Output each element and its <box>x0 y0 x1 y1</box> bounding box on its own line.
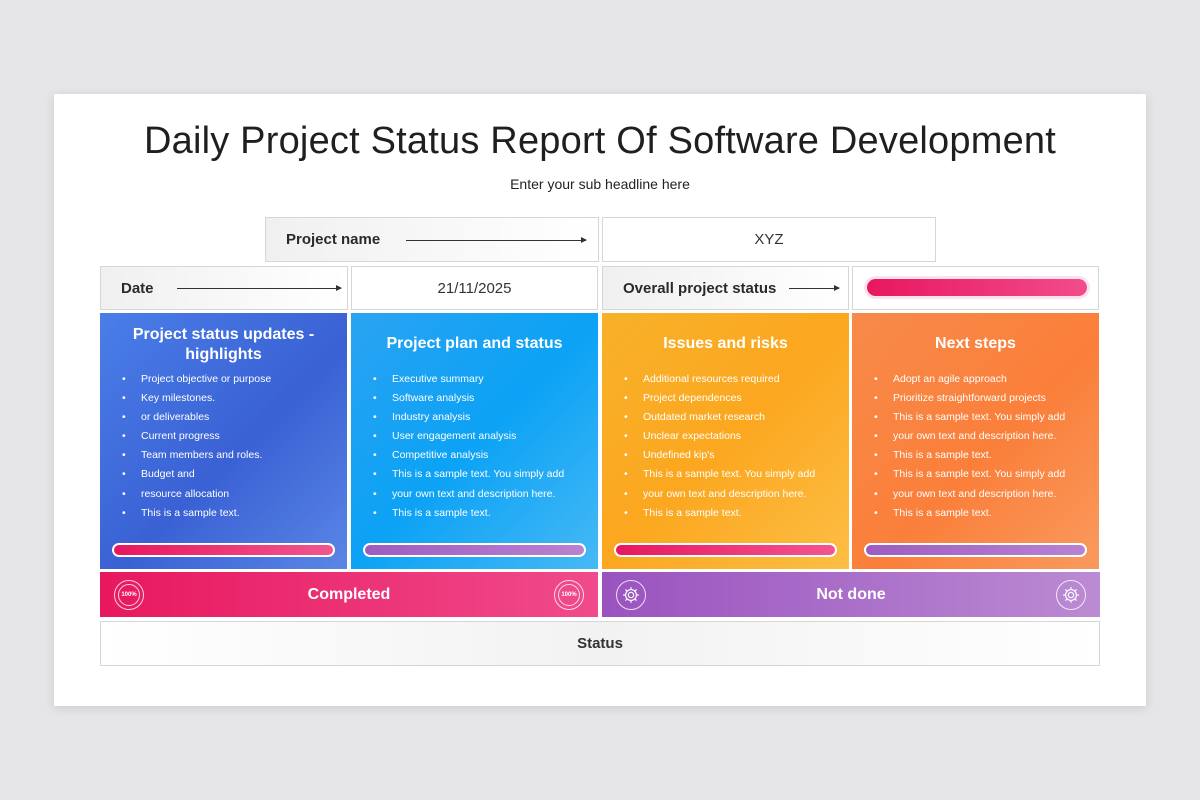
date-value: 21/11/2025 <box>437 279 512 297</box>
arrow-right-icon <box>789 285 840 291</box>
list-item: Current progress <box>122 427 337 446</box>
legend-completed: 100% Completed 100% <box>100 572 598 617</box>
panel-title: Issues and risks <box>663 335 788 352</box>
list-item: Prioritize straightforward projects <box>874 389 1089 408</box>
list-item: Undefined kip's <box>624 446 839 465</box>
list-item: your own text and description here. <box>874 485 1089 504</box>
panel-list: Adopt an agile approach Prioritize strai… <box>874 370 1089 523</box>
page-title: Daily Project Status Report Of Software … <box>143 120 1057 162</box>
progress-bar <box>112 543 335 557</box>
legend-not-done-label: Not done <box>816 585 886 603</box>
list-item: This is a sample text. You simply add <box>874 465 1089 484</box>
list-item: This is a sample text. <box>122 504 337 523</box>
completed-badge-icon: 100% <box>114 580 144 610</box>
list-item: Industry analysis <box>373 408 588 427</box>
list-item: Adopt an agile approach <box>874 370 1089 389</box>
list-item: This is a sample text. You simply add <box>624 465 839 484</box>
gear-icon <box>616 580 646 610</box>
list-item: Additional resources required <box>624 370 839 389</box>
list-item: your own text and description here. <box>874 427 1089 446</box>
panel-title: Project status updates - highlights <box>132 326 315 363</box>
list-item: Unclear expectations <box>624 427 839 446</box>
panel-list: Executive summary Software analysis Indu… <box>373 370 588 523</box>
overall-status-label-cell: Overall project status <box>602 266 849 310</box>
overall-status-indicator-cell <box>852 266 1099 310</box>
list-item: your own text and description here. <box>373 485 588 504</box>
arrow-right-icon <box>177 285 342 291</box>
completed-badge-text: 100% <box>118 584 140 606</box>
panel-issues-risks: Issues and risks Additional resources re… <box>602 313 849 569</box>
list-item: Budget and <box>122 465 337 484</box>
page-subtitle: Enter your sub headline here <box>510 176 690 192</box>
list-item: Key milestones. <box>122 389 337 408</box>
list-item: This is a sample text. You simply add <box>874 408 1089 427</box>
list-item: Outdated market research <box>624 408 839 427</box>
completed-badge-icon: 100% <box>554 580 584 610</box>
status-row: Status <box>100 621 1100 666</box>
progress-bar <box>864 543 1087 557</box>
panel-status-updates: Project status updates - highlights Proj… <box>100 313 347 569</box>
legend-completed-label: Completed <box>307 585 391 603</box>
panel-next-steps: Next steps Adopt an agile approach Prior… <box>852 313 1099 569</box>
date-value-cell: 21/11/2025 <box>351 266 598 310</box>
project-name-label: Project name <box>286 231 381 248</box>
list-item: Project objective or purpose <box>122 370 337 389</box>
status-label: Status <box>577 635 623 652</box>
list-item: This is a sample text. <box>874 446 1089 465</box>
panel-list: Additional resources required Project de… <box>624 370 839 523</box>
progress-bar <box>363 543 586 557</box>
panel-title: Project plan and status <box>386 335 563 352</box>
project-name-value-cell: XYZ <box>602 217 936 262</box>
list-item: your own text and description here. <box>624 485 839 504</box>
legend-not-done: Not done <box>602 572 1100 617</box>
gear-icon <box>1056 580 1086 610</box>
list-item: This is a sample text. <box>373 504 588 523</box>
slide: Daily Project Status Report Of Software … <box>54 94 1146 706</box>
panel-title: Next steps <box>935 335 1016 352</box>
progress-bar <box>614 543 837 557</box>
panel-list: Project objective or purpose Key milesto… <box>122 370 337 523</box>
overall-status-label: Overall project status <box>623 279 777 297</box>
list-item: Competitive analysis <box>373 446 588 465</box>
arrow-right-icon <box>406 237 587 243</box>
date-label-cell: Date <box>100 266 348 310</box>
completed-badge-text: 100% <box>558 584 580 606</box>
list-item: User engagement analysis <box>373 427 588 446</box>
panel-project-plan: Project plan and status Executive summar… <box>351 313 598 569</box>
project-name-label-cell: Project name <box>265 217 599 262</box>
overall-status-indicator <box>867 279 1087 296</box>
list-item: This is a sample text. You simply add <box>373 465 588 484</box>
list-item: Software analysis <box>373 389 588 408</box>
list-item: or deliverables <box>122 408 337 427</box>
list-item: This is a sample text. <box>624 504 839 523</box>
list-item: Project dependences <box>624 389 839 408</box>
list-item: Executive summary <box>373 370 588 389</box>
list-item: This is a sample text. <box>874 504 1089 523</box>
date-label: Date <box>121 279 154 297</box>
project-name-value: XYZ <box>754 231 784 248</box>
list-item: Team members and roles. <box>122 446 337 465</box>
list-item: resource allocation <box>122 485 337 504</box>
